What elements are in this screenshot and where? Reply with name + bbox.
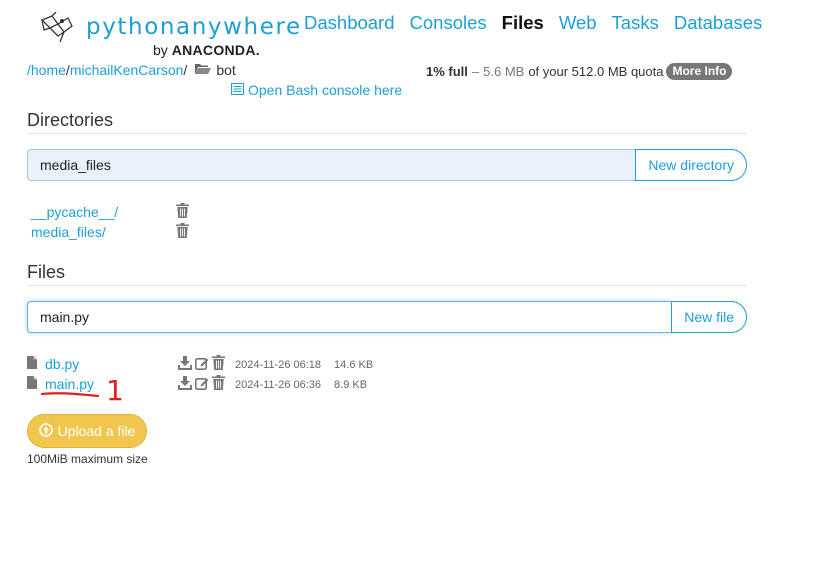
more-info-button[interactable]: More Info: [666, 63, 733, 80]
files-heading: Files: [27, 262, 66, 282]
directory-link-pycache[interactable]: __pycache__/: [31, 204, 118, 220]
nav-web[interactable]: Web: [559, 12, 597, 34]
nav-consoles[interactable]: Consoles: [410, 12, 487, 34]
quota-percent: 1% full: [426, 64, 468, 79]
edit-icon[interactable]: [195, 356, 209, 375]
nav-databases[interactable]: Databases: [674, 12, 762, 34]
delete-trash-icon[interactable]: [212, 375, 225, 395]
breadcrumb-current: bot: [216, 62, 236, 78]
breadcrumb: /home / michailKenCarson / bot: [27, 62, 236, 78]
delete-trash-icon[interactable]: [212, 355, 225, 375]
download-icon[interactable]: [178, 375, 192, 395]
file-icon: [27, 376, 37, 392]
upload-button-label: Upload a file: [57, 423, 136, 439]
edit-icon[interactable]: [195, 376, 209, 395]
breadcrumb-user[interactable]: michailKenCarson: [70, 62, 184, 78]
red-underline-annotation: [40, 392, 100, 398]
file-icon: [27, 356, 37, 372]
new-file-button[interactable]: New file: [671, 301, 747, 333]
upload-arrow-icon: [38, 422, 53, 440]
new-file-form: New file: [27, 301, 747, 333]
directories-divider: [27, 133, 747, 134]
directory-link-media-files[interactable]: media_files/: [31, 224, 106, 240]
open-bash-console-link[interactable]: Open Bash console here: [231, 82, 402, 98]
new-directory-button[interactable]: New directory: [635, 149, 747, 181]
file-size: 8.9 KB: [334, 379, 368, 391]
logo-wordmark: pythonanywhere: [86, 14, 302, 40]
snake-logo-icon: [40, 12, 73, 43]
files-divider: [27, 285, 747, 286]
quota-dash: –: [471, 64, 480, 79]
file-row: db.py: [27, 355, 79, 373]
new-file-input[interactable]: [27, 301, 672, 333]
delete-trash-icon[interactable]: [176, 203, 189, 223]
nav-tasks[interactable]: Tasks: [612, 12, 659, 34]
nav-dashboard[interactable]: Dashboard: [304, 12, 395, 34]
nav-files[interactable]: Files: [502, 12, 544, 34]
console-icon: [231, 82, 244, 98]
open-folder-icon: [195, 62, 212, 78]
logo-by-anaconda: by ANACONDA.: [153, 42, 260, 58]
breadcrumb-separator: /: [183, 62, 188, 78]
file-link-db-py[interactable]: db.py: [45, 356, 79, 372]
bash-link-label: Open Bash console here: [248, 82, 403, 98]
upload-max-size: 100MiB maximum size: [27, 452, 148, 466]
quota-total: of your 512.0 MB quota: [528, 64, 664, 79]
file-actions: 2024-11-26 06:18 14.6 KB: [178, 355, 373, 375]
new-directory-form: New directory: [27, 149, 747, 181]
new-directory-input[interactable]: [27, 149, 636, 181]
pythonanywhere-logo[interactable]: pythonanywhere by ANACONDA.: [38, 12, 300, 62]
file-modified-time: 2024-11-26 06:18: [235, 359, 322, 371]
quota-used: 5.6 MB: [483, 64, 525, 79]
file-actions: 2024-11-26 06:36 8.9 KB: [178, 375, 367, 395]
breadcrumb-home[interactable]: /home: [27, 62, 66, 78]
upload-file-button[interactable]: Upload a file: [27, 414, 147, 448]
directories-heading: Directories: [27, 110, 114, 130]
annotation-number: 1: [106, 374, 124, 407]
main-nav: Dashboard Consoles Files Web Tasks Datab…: [304, 12, 762, 34]
file-modified-time: 2024-11-26 06:36: [235, 379, 322, 391]
disk-quota: 1% full – 5.6 MB of your 512.0 MB quota …: [426, 63, 733, 80]
download-icon[interactable]: [178, 355, 192, 375]
logo-by-text: by: [153, 42, 168, 58]
logo-brand-text: ANACONDA.: [171, 42, 260, 58]
delete-trash-icon[interactable]: [176, 223, 189, 243]
file-size: 14.6 KB: [334, 359, 374, 371]
